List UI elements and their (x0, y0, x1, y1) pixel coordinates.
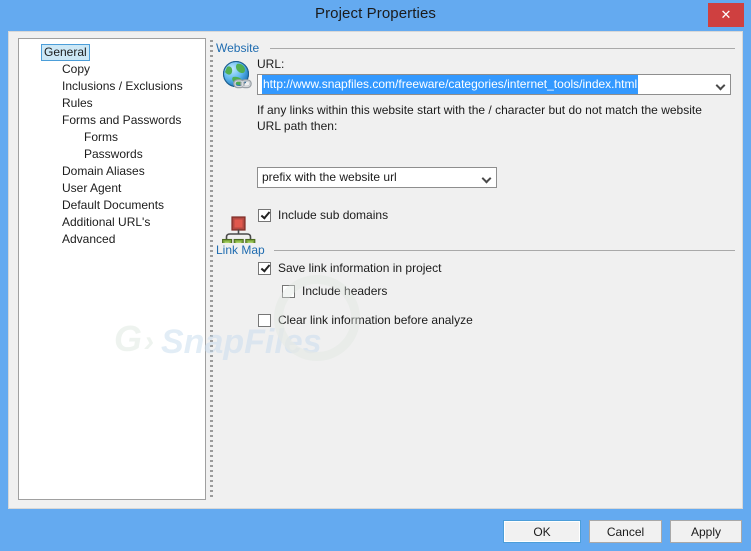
close-button[interactable]: ✕ (708, 3, 744, 27)
dialog-client-area: General Copy Inclusions / Exclusions Rules F… (8, 31, 743, 509)
sidebar-item-label: User Agent (62, 181, 122, 195)
url-input-value[interactable]: http://www.snapfiles.com/freeware/catego… (262, 75, 639, 94)
chevron-down-icon (483, 174, 491, 182)
sidebar-item-additional-url-s[interactable]: Additional URL's (19, 214, 205, 231)
cancel-button[interactable]: Cancel (589, 520, 662, 543)
sidebar-item-passwords[interactable]: Passwords (19, 146, 205, 163)
checkbox-indicator[interactable] (258, 208, 271, 222)
dialog-button-bar: OK Cancel Apply (0, 509, 751, 551)
linkmap-group-divider (274, 250, 735, 251)
linkmap-group-label: Link Map (216, 243, 270, 257)
include-sub-domains-checkbox[interactable]: Include sub domains (258, 208, 388, 222)
sidebar-item-forms[interactable]: Forms (19, 129, 205, 146)
sidebar-item-label: Inclusions / Exclusions (62, 79, 183, 93)
window-title: Project Properties (314, 5, 437, 22)
sidebar-item-domain-aliases[interactable]: Domain Aliases (19, 163, 205, 180)
title-bar: Project Properties ✕ (0, 0, 751, 31)
checkbox-indicator[interactable] (282, 284, 295, 298)
sidebar-item-label: Forms (84, 130, 118, 144)
sidebar-item-label: Default Documents (62, 198, 165, 212)
sidebar-item-label: Copy (62, 62, 91, 76)
apply-button[interactable]: Apply (670, 520, 742, 543)
sidebar-item-copy[interactable]: Copy (19, 61, 205, 78)
url-label: URL: (257, 57, 285, 71)
include-sub-domains-label: Include sub domains (278, 208, 389, 222)
sidebar-item-label: Forms and Passwords (62, 113, 182, 127)
include-headers-checkbox[interactable]: Include headers (282, 284, 387, 298)
sidebar-item-forms-and-passwords[interactable]: Forms and Passwords (19, 112, 205, 129)
sidebar-item-label: Additional URL's (62, 215, 151, 229)
settings-tree[interactable]: General Copy Inclusions / Exclusions Rules F… (18, 38, 206, 500)
sidebar-item-label: General (41, 44, 90, 61)
website-group-divider (270, 48, 735, 49)
url-combobox[interactable]: http://www.snapfiles.com/freeware/catego… (257, 74, 731, 95)
clear-link-info-label: Clear link information before analyze (278, 313, 473, 327)
sidebar-item-rules[interactable]: Rules (19, 95, 205, 112)
chevron-down-icon (717, 81, 725, 89)
sidebar-item-advanced[interactable]: Advanced (19, 231, 205, 248)
url-path-hint: If any links within this website start w… (257, 103, 702, 133)
sidebar-item-label: Passwords (84, 147, 143, 161)
settings-content-panel: Website URL: http://www.snapfiles.com/fr… (212, 32, 742, 508)
sidebar-item-general[interactable]: General (19, 44, 205, 61)
globe-link-icon (221, 60, 255, 92)
checkbox-indicator[interactable] (258, 261, 271, 275)
sidebar-item-default-documents[interactable]: Default Documents (19, 197, 205, 214)
website-group-label: Website (216, 41, 265, 55)
sidebar-item-label: Domain Aliases (62, 164, 145, 178)
include-headers-label: Include headers (302, 284, 388, 298)
sidebar-item-label: Rules (62, 96, 93, 110)
sidebar-item-inclusions-exclusions[interactable]: Inclusions / Exclusions (19, 78, 205, 95)
clear-link-info-checkbox[interactable]: Clear link information before analyze (258, 313, 473, 327)
sidebar-item-label: Advanced (62, 232, 116, 246)
project-properties-dialog: Project Properties ✕ General Copy Inclusio… (0, 0, 751, 551)
ok-button[interactable]: OK (503, 520, 581, 543)
sidebar-item-user-agent[interactable]: User Agent (19, 180, 205, 197)
url-combobox-arrow[interactable] (712, 75, 730, 94)
close-icon: ✕ (720, 7, 732, 22)
prefix-behavior-arrow[interactable] (478, 168, 496, 187)
prefix-behavior-select[interactable]: prefix with the website url (257, 167, 497, 188)
save-link-info-label: Save link information in project (278, 261, 442, 275)
save-link-info-checkbox[interactable]: Save link information in project (258, 261, 441, 275)
prefix-behavior-value: prefix with the website url (262, 170, 397, 184)
checkbox-indicator[interactable] (258, 313, 271, 327)
